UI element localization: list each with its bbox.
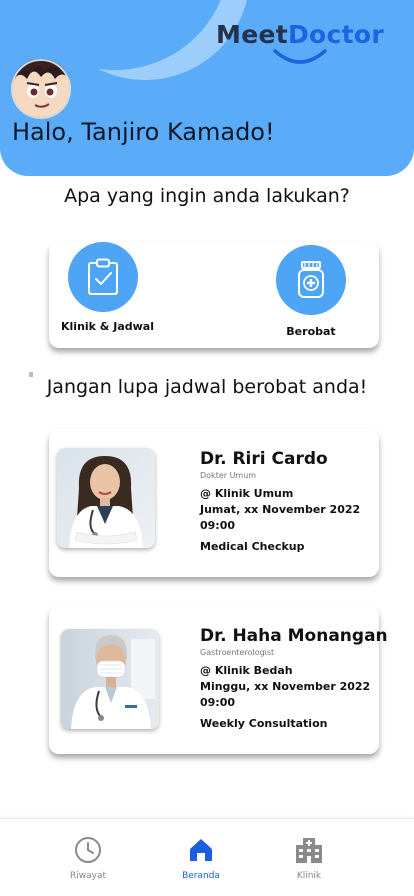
logo-smile-icon	[273, 49, 327, 64]
doctor-specialty: Gastroenterologist	[200, 648, 275, 657]
appointment-time: 09:00	[200, 696, 236, 709]
logo-text-meet: Meet	[216, 20, 288, 49]
appointment-info: Dr. Haha Monangan Gastroenterologist @ K…	[200, 626, 388, 730]
home-icon	[190, 839, 212, 861]
clinic-name: @ Klinik Bedah	[200, 664, 293, 677]
hospital-icon	[296, 838, 322, 863]
appointment-note: Medical Checkup	[200, 540, 305, 553]
berobat-label: Berobat	[286, 325, 336, 338]
clipboard-check-icon	[88, 258, 118, 295]
klinik-jadwal-label: Klinik & Jadwal	[61, 320, 154, 333]
nav-item-beranda[interactable]: Beranda	[161, 836, 241, 881]
bottom-navigation: Riwayat Beranda Klinik	[0, 818, 414, 896]
header: MeetDoctor Halo, Tanjiro Kamado!	[0, 0, 414, 176]
greeting-text: Halo, Tanjiro Kamado!	[12, 118, 275, 146]
klinik-jadwal-circle	[68, 242, 138, 312]
appointment-date: Jumat, xx November 2022	[200, 503, 361, 516]
klinik-jadwal-button[interactable]: Klinik & Jadwal	[61, 242, 154, 333]
doctor-photo	[57, 448, 155, 548]
doctor-name: Dr. Haha Monangan	[200, 626, 388, 646]
appointment-info: Dr. Riri Cardo Dokter Umum @ Klinik Umum…	[200, 449, 380, 553]
doctor-name: Dr. Riri Cardo	[200, 449, 328, 469]
appointment-date: Minggu, xx November 2022	[200, 680, 371, 693]
appointment-time: 09:00	[200, 519, 236, 532]
nav-label-beranda: Beranda	[182, 871, 220, 881]
berobat-button[interactable]: Berobat	[275, 245, 347, 338]
quick-actions-card: Klinik & Jadwal Berobat	[49, 242, 379, 348]
medicine-bottle-icon	[298, 261, 324, 298]
appointment-card[interactable]: Dr. Riri Cardo Dokter Umum @ Klinik Umum…	[49, 429, 379, 577]
avatar-image	[11, 59, 71, 119]
nav-label-riwayat: Riwayat	[70, 871, 106, 881]
section-reminder: Jangan lupa jadwal berobat anda!	[46, 376, 368, 398]
appointment-card[interactable]: Dr. Haha Monangan Gastroenterologist @ K…	[49, 606, 388, 754]
nav-label-klinik: Klinik	[296, 871, 322, 881]
clinic-name: @ Klinik Umum	[200, 487, 294, 500]
nav-item-klinik[interactable]: Klinik	[269, 836, 349, 881]
berobat-circle	[276, 245, 346, 315]
logo-text-doctor: Doctor	[287, 20, 384, 49]
avatar[interactable]	[11, 59, 71, 119]
app-logo: MeetDoctor	[216, 20, 384, 65]
doctor-photo	[61, 629, 159, 729]
appointment-note: Weekly Consultation	[200, 717, 328, 730]
section-question: Apa yang ingin anda lakukan?	[64, 185, 350, 207]
nav-item-riwayat[interactable]: Riwayat	[48, 836, 128, 881]
doctor-specialty: Dokter Umum	[200, 471, 257, 480]
clock-icon	[75, 837, 101, 863]
